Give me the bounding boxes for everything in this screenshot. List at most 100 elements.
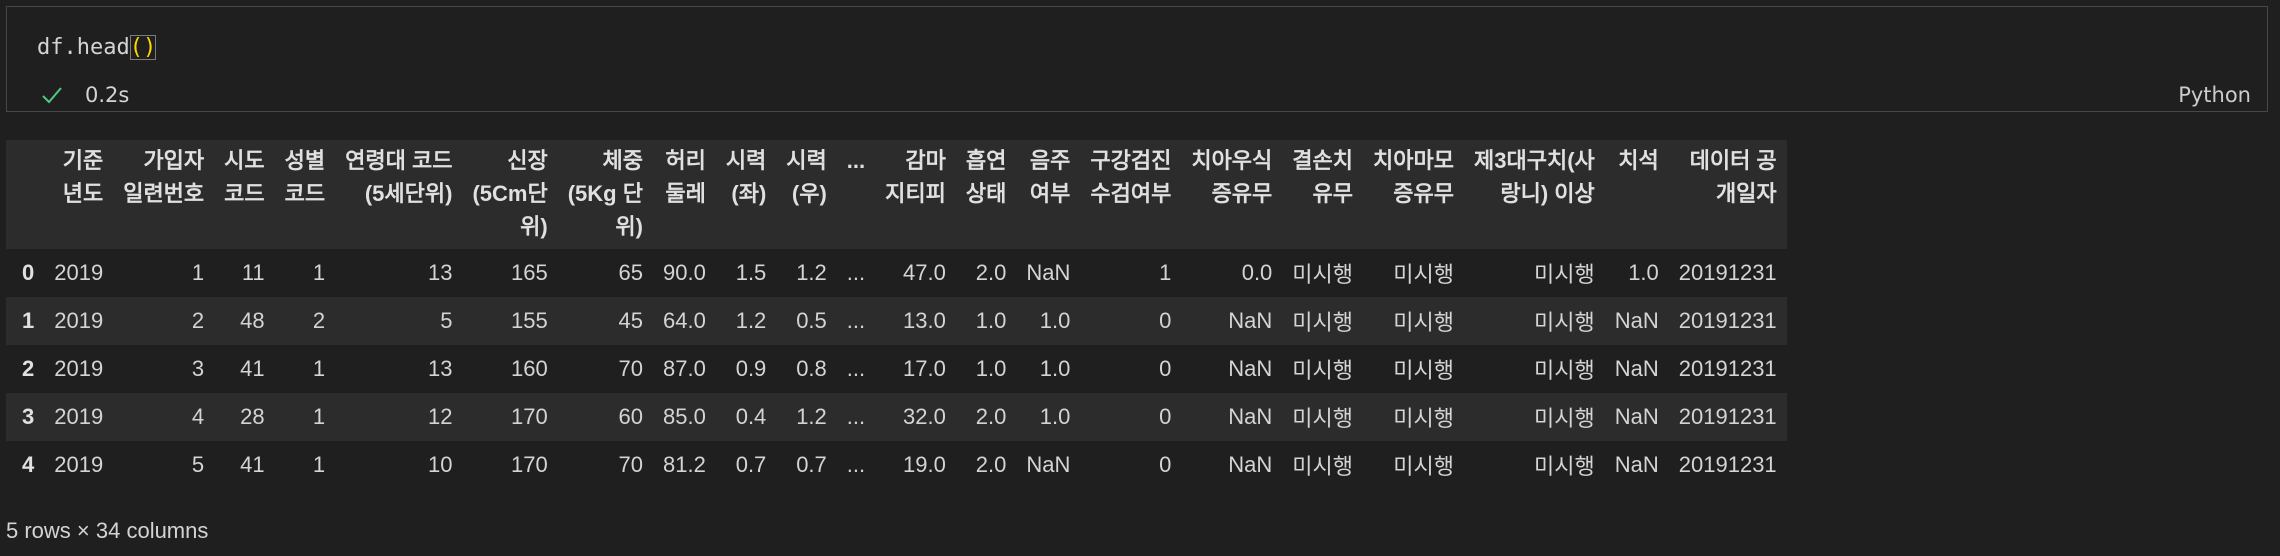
table-cell: 2.0	[975, 404, 1007, 429]
table-cell: 1.0	[1039, 404, 1071, 429]
table-cell: 81.2	[662, 452, 706, 477]
table-cell: NaN	[1614, 452, 1659, 477]
table-cell: NaN	[1228, 356, 1273, 381]
table-cell: 미시행	[1292, 310, 1354, 335]
table-cell: 1	[312, 356, 326, 381]
table-cell: 41	[240, 452, 265, 477]
table-cell: 19.0	[903, 452, 946, 477]
table-cell: 1.0	[1039, 356, 1071, 381]
table-cell: 1	[191, 260, 205, 285]
table-cell: 4	[191, 404, 205, 429]
table-cell: 170	[511, 452, 548, 477]
table-cell: NaN	[1228, 404, 1273, 429]
table-cell: 10	[427, 452, 453, 477]
table-cell: 20191231	[1678, 308, 1777, 333]
table-cell: 87.0	[662, 356, 706, 381]
table-cell: 2019	[54, 356, 104, 381]
table-cell: 70	[618, 452, 643, 477]
code-line[interactable]: df.head()	[37, 35, 157, 60]
column-header: 흡연 상태	[965, 148, 1007, 206]
row-index: 1	[22, 308, 35, 333]
column-header: 허리 둘레	[665, 148, 706, 206]
table-cell: 미시행	[1534, 310, 1595, 335]
table-cell: 2019	[54, 452, 104, 477]
table-cell: NaN	[1228, 308, 1273, 333]
row-index: 2	[22, 356, 35, 381]
column-header: 시도 코드	[224, 148, 265, 206]
column-header: 음주 여부	[1029, 148, 1071, 206]
table-cell: 1.2	[796, 260, 827, 285]
table-header: 기준 년도 가입자 일련번호 시도 코드 성별 코드 연령대 코드 (5세단위) 신장 (…	[6, 140, 1787, 249]
table-cell: 1.2	[735, 308, 767, 333]
table-cell: 1.0	[975, 308, 1007, 333]
table-cell: NaN	[1026, 452, 1071, 477]
table-cell: 65	[618, 260, 643, 285]
column-header: 신장 (5Cm단 위)	[472, 148, 548, 239]
table-cell: 미시행	[1534, 406, 1595, 431]
table-row: 2 2019 3 41 1 13 160 70 87.0 0.9 0.8... 17.0 1.0 1.0 0…	[6, 345, 1787, 393]
table-row: 3 2019 4 28 1 12 170 60 85.0 0.4 1.2... 32.0 2.0 1.0 0…	[6, 393, 1787, 441]
table-row: 4 2019 5 41 1 10 170 70 81.2 0.7 0.7... 19.0 2.0 NaN 0…	[6, 441, 1787, 489]
table-body: 0 2019 1 11 1 13 165 65 90.0 1.5 1.2... 47.0 2.0 NaN 1…	[6, 249, 1787, 489]
table-cell: 13.0	[903, 308, 946, 333]
table-cell: 미시행	[1292, 406, 1354, 431]
row-index: 4	[22, 452, 35, 477]
column-header: 제3대구치(사 랑니) 이상	[1474, 148, 1595, 206]
table-cell: 1	[312, 452, 326, 477]
table-cell: 20191231	[1678, 452, 1777, 477]
table-cell: 13	[427, 260, 453, 285]
table-cell: NaN	[1614, 404, 1659, 429]
table-cell: 미시행	[1393, 454, 1454, 479]
column-header: 치석	[1618, 148, 1659, 173]
table-cell: 미시행	[1534, 454, 1595, 479]
table-cell: 0	[1159, 404, 1172, 429]
table-cell: 45	[618, 308, 643, 333]
table-cell: 미시행	[1393, 310, 1454, 335]
table-cell: 2019	[54, 404, 104, 429]
table-cell: 32.0	[903, 404, 946, 429]
output-area: 기준 년도 가입자 일련번호 시도 코드 성별 코드 연령대 코드 (5세단위) 신장 (…	[6, 140, 2274, 489]
table-cell: 5	[440, 308, 453, 333]
table-cell: ...	[846, 404, 866, 429]
code-cell[interactable]: df.head() 0.2s Python	[6, 6, 2268, 112]
table-cell: 165	[511, 260, 548, 285]
column-header: 성별 코드	[284, 148, 326, 206]
table-cell: 0.7	[796, 452, 827, 477]
code-text: df.head	[37, 35, 130, 60]
table-row: 0 2019 1 11 1 13 165 65 90.0 1.5 1.2... 47.0 2.0 NaN 1…	[6, 249, 1787, 297]
table-cell: 1.0	[975, 356, 1007, 381]
table-cell: 1.0	[1039, 308, 1071, 333]
column-header: 가입자 일련번호	[123, 148, 205, 206]
table-cell: 20191231	[1678, 404, 1777, 429]
table-cell: 0	[1159, 308, 1172, 333]
table-cell: 1	[1159, 260, 1172, 285]
table-cell: 2.0	[975, 452, 1007, 477]
table-cell: 미시행	[1292, 454, 1354, 479]
table-cell: 0.5	[796, 308, 827, 333]
table-cell: 1	[312, 260, 326, 285]
table-cell: NaN	[1614, 308, 1659, 333]
table-cell: 0	[1159, 452, 1172, 477]
table-cell: 5	[191, 452, 205, 477]
execution-status: 0.2s	[41, 83, 129, 107]
column-header: 연령대 코드 (5세단위)	[345, 148, 453, 206]
table-cell: 미시행	[1393, 262, 1454, 287]
table-cell: 미시행	[1534, 262, 1595, 287]
table-cell: 13	[427, 356, 453, 381]
table-cell: 12	[427, 404, 453, 429]
table-cell: 0	[1159, 356, 1172, 381]
column-header: 기준 년도	[62, 148, 104, 206]
column-header: 결손치 유무	[1292, 148, 1354, 206]
table-cell: 28	[240, 404, 265, 429]
table-cell: 미시행	[1292, 262, 1354, 287]
table-cell: 11	[241, 260, 265, 285]
language-label[interactable]: Python	[2178, 83, 2251, 107]
column-header: ...	[846, 148, 866, 173]
index-header	[6, 140, 44, 249]
table-cell: 90.0	[662, 260, 706, 285]
table-cell: NaN	[1228, 452, 1273, 477]
dataframe-table: 기준 년도 가입자 일련번호 시도 코드 성별 코드 연령대 코드 (5세단위) 신장 (…	[6, 140, 1787, 489]
dataframe-summary: 5 rows × 34 columns	[6, 518, 209, 543]
code-parens: ()	[129, 35, 157, 60]
row-index: 0	[22, 260, 35, 285]
